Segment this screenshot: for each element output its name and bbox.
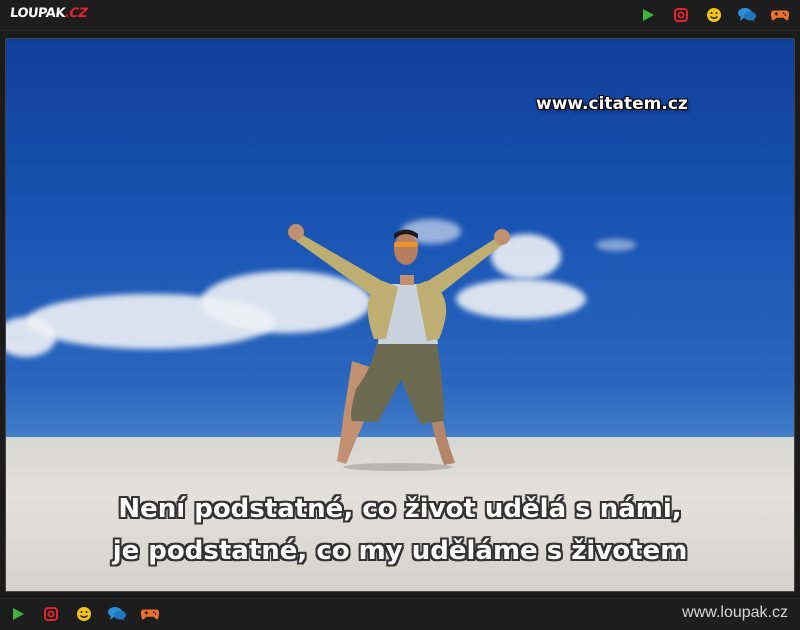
smiley-icon[interactable] <box>704 5 724 25</box>
shorts <box>351 339 444 424</box>
head <box>394 233 418 265</box>
photo-frame: www.citatem.cz Není podstatné, co život … <box>5 38 795 592</box>
top-bar: LOUPAK.CZ <box>0 0 800 31</box>
smiley-icon[interactable] <box>74 604 94 624</box>
shadow <box>343 463 453 471</box>
logo[interactable]: LOUPAK.CZ <box>9 6 88 21</box>
logo-text: LOUPAK <box>9 6 66 21</box>
quote-line-1: Není podstatné, co život udělá s námi, <box>118 494 682 524</box>
site-url[interactable]: www.loupak.cz <box>682 604 788 622</box>
chat-icon[interactable] <box>737 5 757 25</box>
quote-line-2: je podstatné, co my uděláme s životem <box>112 536 688 566</box>
chat-icon[interactable] <box>107 604 127 624</box>
bottom-icons <box>8 604 173 624</box>
instagram-icon[interactable] <box>41 604 61 624</box>
logo-suffix: .CZ <box>64 6 89 21</box>
left-arm <box>296 234 384 297</box>
instagram-icon[interactable] <box>671 5 691 25</box>
sunglasses <box>394 242 418 247</box>
right-hand <box>494 229 510 245</box>
gamepad-icon[interactable] <box>770 5 790 25</box>
gamepad-icon[interactable] <box>140 604 160 624</box>
right-arm <box>426 237 503 297</box>
play-icon[interactable] <box>8 604 28 624</box>
left-hand <box>288 224 304 240</box>
play-icon[interactable] <box>638 5 658 25</box>
neck <box>400 275 414 285</box>
watermark: www.citatem.cz <box>536 94 688 114</box>
top-icons <box>638 5 790 25</box>
